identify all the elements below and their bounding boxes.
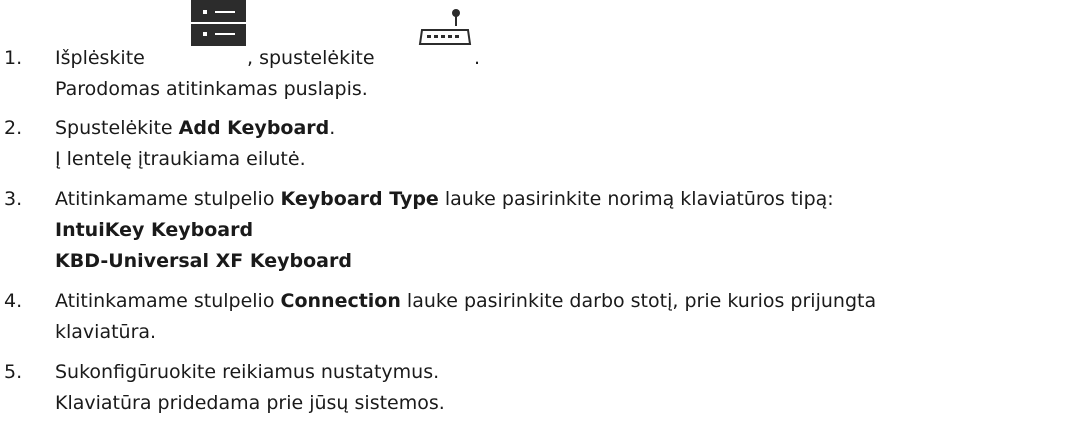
keyboard-icon[interactable] (418, 8, 473, 48)
step-2-text: Spustelėkite Add Keyboard. (55, 117, 335, 139)
step-3-text-c: lauke pasirinkite norimą klaviatūros tip… (438, 188, 834, 210)
step-1-text-a: Išplėskite (55, 47, 145, 69)
device-tree-list-icon[interactable] (191, 0, 246, 46)
step-number: 4. (4, 290, 23, 312)
step-number: 2. (4, 117, 23, 139)
step-2-text-a: Spustelėkite (55, 117, 179, 139)
option-intuikey-keyboard: IntuiKey Keyboard (55, 219, 254, 241)
keyboard-type-label: Keyboard Type (280, 188, 439, 210)
connection-label: Connection (280, 290, 401, 312)
step-number: 5. (4, 361, 23, 383)
step-number: 3. (4, 188, 23, 210)
step-2-text-c: . (329, 117, 336, 139)
step-4-continuation: klaviatūra. (55, 321, 157, 343)
option-kbd-universal-xf-keyboard: KBD-Universal XF Keyboard (55, 250, 352, 272)
step-5-result: Klaviatūra pridedama prie jūsų sistemos. (55, 392, 445, 414)
step-1-text-b: , spustelėkite (247, 47, 375, 69)
step-3-text: Atitinkamame stulpelio Keyboard Type lau… (55, 188, 834, 210)
step-2-result: Į lentelę įtraukiama eilutė. (55, 148, 306, 170)
step-4-text: Atitinkamame stulpelio Connection lauke … (55, 290, 876, 312)
step-1-result: Parodomas atitinkamas puslapis. (55, 78, 368, 100)
step-3-text-a: Atitinkamame stulpelio (55, 188, 281, 210)
step-number: 1. (4, 47, 23, 69)
step-4-text-c: lauke pasirinkite darbo stotį, prie kuri… (400, 290, 877, 312)
add-keyboard-label: Add Keyboard (178, 117, 330, 139)
step-1-text-c: . (474, 47, 481, 69)
step-4-text-a: Atitinkamame stulpelio (55, 290, 281, 312)
step-5-text: Sukonfigūruokite reikiamus nustatymus. (55, 361, 440, 383)
